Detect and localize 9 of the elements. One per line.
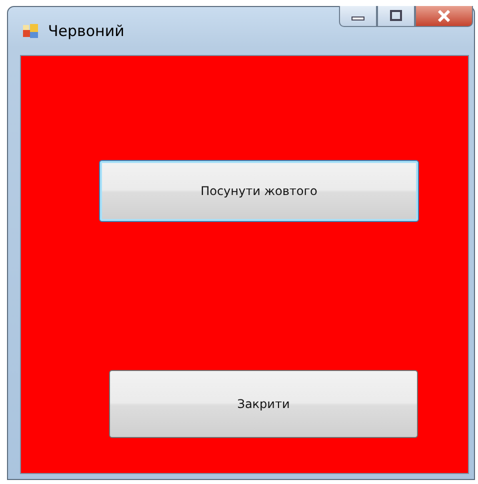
close-button[interactable] xyxy=(415,6,473,27)
maximize-button[interactable] xyxy=(377,6,415,27)
window-title: Червоний xyxy=(48,22,124,40)
action-button[interactable]: Посунути жовтого xyxy=(99,160,419,222)
action-button[interactable]: Закрити xyxy=(109,370,418,438)
maximize-icon xyxy=(389,10,403,22)
close-icon xyxy=(437,10,451,22)
app-icon xyxy=(22,22,40,40)
minimize-button[interactable] xyxy=(339,6,377,27)
